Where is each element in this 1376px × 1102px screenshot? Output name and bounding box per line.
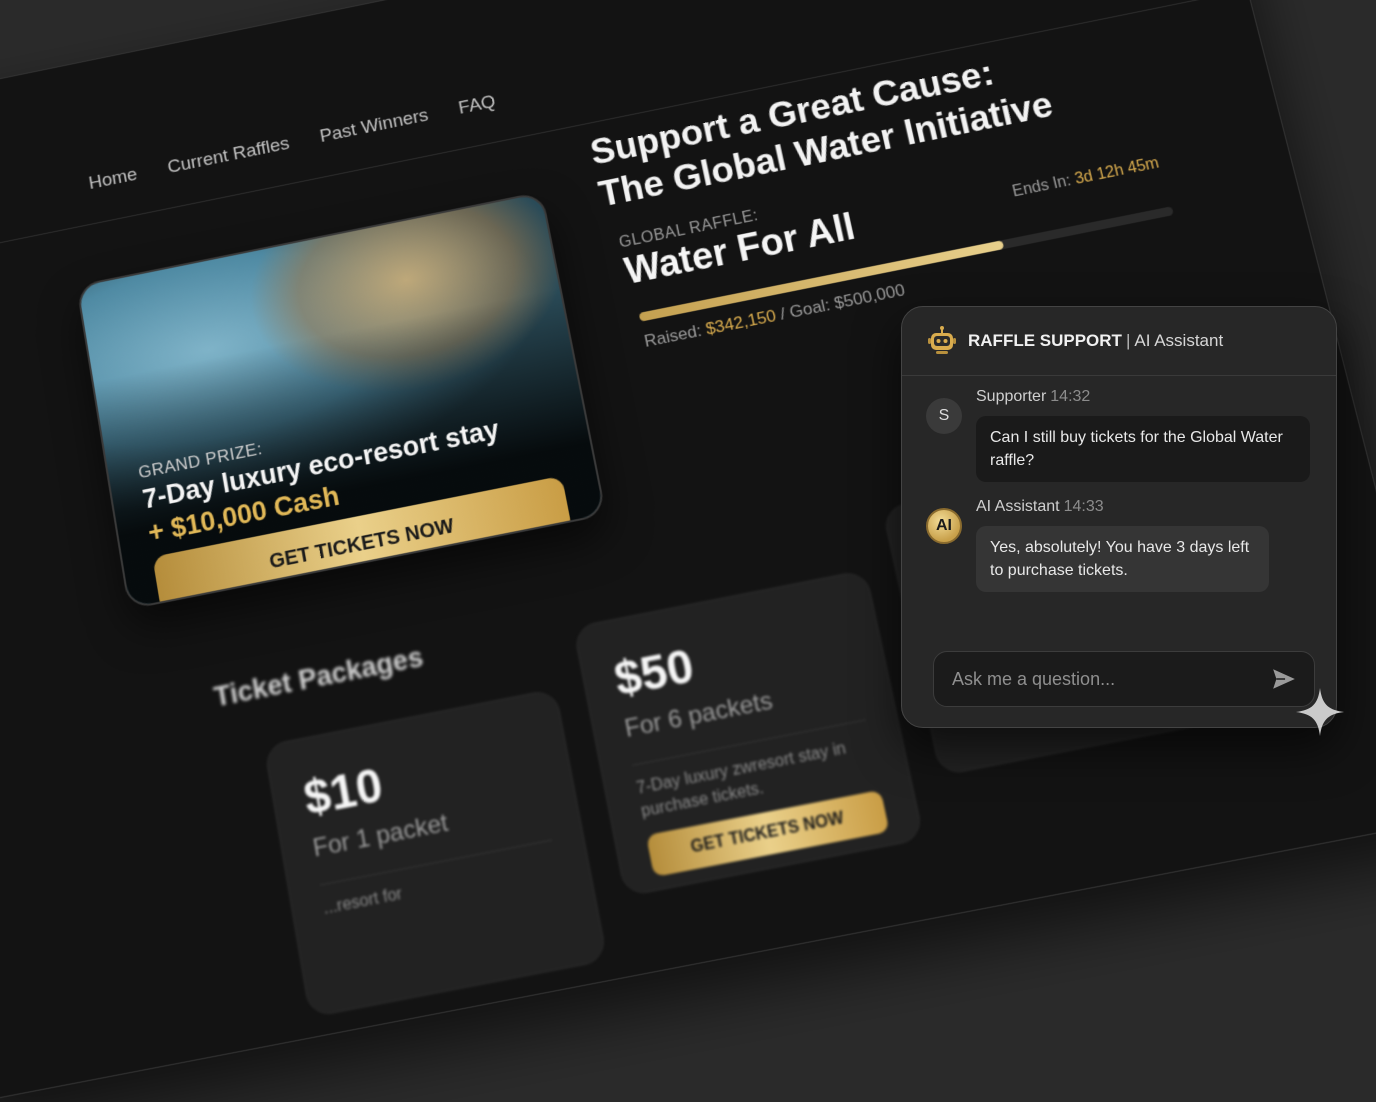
chat-title-separator: | bbox=[1125, 331, 1131, 350]
message-bubble: Yes, absolutely! You have 3 days left to… bbox=[976, 526, 1269, 592]
message-time: 14:32 bbox=[1050, 388, 1091, 405]
package-card-50[interactable]: $50 For 6 packets 7-Day luxury zwresort … bbox=[572, 569, 925, 897]
avatar: S bbox=[926, 398, 962, 434]
countdown-value: 3d 12h 45m bbox=[1073, 154, 1161, 188]
raised-value: $342,150 bbox=[703, 306, 778, 339]
message-meta: AI Assistant 14:33 bbox=[976, 498, 1104, 516]
nav-home[interactable]: Home bbox=[87, 164, 139, 194]
nav-faq[interactable]: FAQ bbox=[457, 92, 498, 120]
countdown: Ends In: 3d 12h 45m bbox=[1011, 155, 1161, 202]
nav-past-winners[interactable]: Past Winners bbox=[318, 105, 430, 148]
chat-input[interactable] bbox=[934, 667, 1262, 691]
chat-title-main: RAFFLE SUPPORT bbox=[968, 331, 1122, 350]
main-nav: Home Current Raffles Past Winners FAQ bbox=[87, 92, 497, 195]
sparkle-icon bbox=[1294, 686, 1346, 738]
ai-avatar: AI bbox=[926, 508, 962, 544]
message-time: 14:33 bbox=[1063, 498, 1104, 515]
message-bubble: Can I still buy tickets for the Global W… bbox=[976, 416, 1310, 482]
sender-name: Supporter bbox=[976, 388, 1047, 405]
ticket-packages-heading: Ticket Packages bbox=[211, 641, 426, 713]
chat-header: RAFFLE SUPPORT | AI Assistant bbox=[902, 307, 1336, 376]
chat-title: RAFFLE SUPPORT | AI Assistant bbox=[968, 331, 1223, 351]
raised-label: Raised: bbox=[642, 321, 704, 351]
grand-prize-card: GRAND PRIZE: 7-Day luxury eco-resort sta… bbox=[75, 191, 607, 610]
cause-heading: Support a Great Cause: The Global Water … bbox=[587, 15, 1192, 217]
nav-current-raffles[interactable]: Current Raffles bbox=[166, 133, 291, 178]
package-price: $50 bbox=[610, 638, 698, 707]
package-card-10[interactable]: $10 For 1 packet ...resort for bbox=[263, 688, 608, 1018]
countdown-label: Ends In: bbox=[1010, 172, 1073, 201]
robot-icon bbox=[926, 325, 958, 357]
package-price: $10 bbox=[300, 757, 387, 826]
sender-name: AI Assistant bbox=[976, 498, 1060, 515]
support-chat-widget: RAFFLE SUPPORT | AI Assistant S Supporter 1… bbox=[901, 306, 1337, 728]
chat-input-box bbox=[933, 651, 1315, 707]
message-meta: Supporter 14:32 bbox=[976, 388, 1090, 406]
chat-title-sub: AI Assistant bbox=[1134, 331, 1224, 350]
